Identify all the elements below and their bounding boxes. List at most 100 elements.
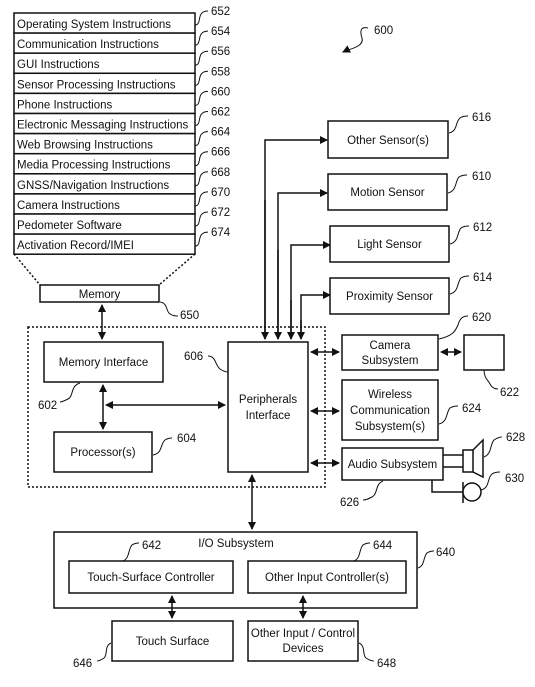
- memory-stack-item[interactable]: Web Browsing Instructions: [13, 132, 196, 155]
- wireless-line1: Wireless: [368, 389, 412, 401]
- touch-surface-ref: 646: [73, 642, 112, 670]
- other-controller-ref-label: 644: [373, 540, 393, 552]
- microphone-icon: [431, 480, 482, 503]
- memory-stack-item[interactable]: Activation Record/IMEI: [13, 233, 196, 255]
- memory-stack-item-ref-label: 652: [211, 6, 230, 18]
- camera-subsystem-line2: Subsystem: [362, 355, 419, 367]
- memory-stack-item-label: Activation Record/IMEI: [17, 240, 134, 252]
- memory-stack-item-ref: 662: [194, 107, 230, 126]
- memory-stack-item-ref: 668: [194, 167, 230, 187]
- wireless-subsystem-box[interactable]: Wireless Communication Subsystem(s): [341, 379, 439, 441]
- memory-interface-box[interactable]: Memory Interface: [43, 341, 164, 383]
- memory-stack-item-label: Communication Instructions: [17, 39, 159, 51]
- audio-subsystem-box[interactable]: Audio Subsystem: [341, 447, 444, 481]
- memory-stack-item-ref-label: 660: [211, 86, 230, 98]
- io-subsystem-label: I/O Subsystem: [198, 538, 273, 550]
- memory-stack-item-ref-label: 674: [211, 227, 231, 239]
- memory-stack: Operating System Instructions 652 Communic…: [13, 6, 231, 255]
- memory-stack-item-label: Media Processing Instructions: [17, 160, 171, 172]
- memory-stack-item[interactable]: Sensor Processing Instructions: [13, 72, 196, 95]
- peripherals-interface-ref-label: 606: [184, 351, 203, 363]
- memory-stack-item-ref-label: 654: [211, 26, 231, 38]
- memory-stack-item[interactable]: Operating System Instructions: [13, 12, 196, 34]
- speaker-icon: [443, 438, 484, 479]
- memory-stack-item-label: Phone Instructions: [17, 99, 113, 111]
- memory-stack-item[interactable]: GUI Instructions: [13, 52, 196, 75]
- camera-device-ref-label: 622: [500, 387, 519, 399]
- other-sensors-ref: 616: [448, 112, 491, 134]
- memory-stack-item-ref: 652: [194, 6, 230, 26]
- memory-stack-item[interactable]: GNSS/Navigation Instructions: [13, 173, 196, 195]
- memory-stack-item-ref-label: 672: [211, 207, 230, 219]
- other-controller-label: Other Input Controller(s): [265, 572, 389, 584]
- touch-controller-label: Touch-Surface Controller: [87, 572, 214, 584]
- memory-stack-item-label: Electronic Messaging Instructions: [17, 120, 189, 132]
- audio-ref: 626: [340, 480, 384, 509]
- memory-stack-item-ref: 664: [194, 127, 231, 147]
- light-sensor-label: Light Sensor: [357, 239, 422, 251]
- memory-stack-item[interactable]: Camera Instructions: [13, 193, 196, 215]
- motion-sensor-box[interactable]: Motion Sensor: [327, 173, 448, 211]
- memory-stack-item-ref-label: 668: [211, 167, 230, 179]
- other-devices-line1: Other Input / Control: [251, 628, 355, 640]
- memory-stack-item-label: Camera Instructions: [17, 200, 120, 212]
- funnel-left-line: [13, 253, 41, 286]
- funnel-right-line: [158, 253, 196, 286]
- processor-label: Processor(s): [70, 447, 135, 459]
- microphone-ref: 630: [480, 471, 524, 491]
- sensor-links: [261, 136, 331, 340]
- memory-interface-label: Memory Interface: [59, 357, 148, 369]
- other-devices-box[interactable]: Other Input / Control Devices: [247, 620, 359, 662]
- proximity-sensor-ref: 614: [449, 272, 493, 295]
- memory-stack-item-ref-label: 656: [211, 46, 230, 58]
- memory-stack-item-label: Web Browsing Instructions: [17, 140, 153, 152]
- memory-stack-item-ref: 658: [194, 66, 230, 86]
- touch-surface-box[interactable]: Touch Surface: [111, 620, 234, 662]
- other-sensors-box[interactable]: Other Sensor(s): [327, 120, 449, 159]
- memory-stack-item-ref-label: 658: [211, 66, 230, 78]
- memory-stack-item[interactable]: Pedometer Software: [13, 213, 196, 235]
- memory-ref: 650: [159, 301, 199, 322]
- audio-ref-label: 626: [340, 497, 359, 509]
- io-subsystem-ref: 640: [417, 547, 455, 569]
- memory-stack-item-ref-label: 662: [211, 107, 230, 119]
- camera-device-box[interactable]: [463, 334, 505, 371]
- touch-surface-label: Touch Surface: [136, 636, 210, 648]
- other-devices-ref-label: 648: [377, 658, 396, 670]
- memory-interface-ref: 602: [38, 382, 81, 412]
- figure-ref-label: 600: [374, 25, 393, 37]
- wireless-line2: Communication: [350, 405, 430, 417]
- memory-box[interactable]: Memory: [39, 284, 160, 303]
- memory-stack-item[interactable]: Electronic Messaging Instructions: [13, 112, 196, 135]
- memory-stack-item-ref: 660: [194, 86, 230, 106]
- memory-stack-item-label: Pedometer Software: [17, 220, 122, 232]
- memory-stack-item-label: GUI Instructions: [17, 59, 100, 71]
- peripherals-interface-box[interactable]: Peripherals Interface: [227, 341, 309, 473]
- peripherals-interface-ref: 606: [184, 351, 229, 373]
- memory-interface-ref-label: 602: [38, 400, 57, 412]
- memory-stack-item[interactable]: Communication Instructions: [13, 32, 196, 54]
- processor-box[interactable]: Processor(s): [53, 431, 153, 473]
- memory-stack-item-ref-label: 664: [211, 127, 231, 139]
- block-diagram: 600 Operating System Instructions 652 Comm…: [13, 6, 525, 670]
- proximity-sensor-label: Proximity Sensor: [346, 291, 433, 303]
- memory-stack-item-ref-label: 670: [211, 187, 230, 199]
- light-sensor-box[interactable]: Light Sensor: [329, 225, 450, 263]
- memory-ref-label: 650: [180, 310, 199, 322]
- proximity-sensor-box[interactable]: Proximity Sensor: [329, 277, 450, 315]
- memory-stack-item[interactable]: Media Processing Instructions: [13, 152, 196, 175]
- memory-stack-item-ref: 674: [194, 227, 231, 247]
- speaker-ref: 628: [483, 432, 525, 458]
- motion-sensor-ref: 610: [447, 171, 491, 194]
- light-sensor-ref: 612: [449, 222, 492, 245]
- touch-surface-ref-label: 646: [73, 658, 92, 670]
- camera-subsystem-box[interactable]: Camera Subsystem: [341, 334, 439, 371]
- touch-controller-box[interactable]: Touch-Surface Controller: [68, 560, 234, 594]
- other-controller-box[interactable]: Other Input Controller(s): [247, 560, 407, 594]
- memory-stack-item-label: GNSS/Navigation Instructions: [17, 180, 169, 192]
- camera-subsystem-ref-label: 620: [472, 312, 491, 324]
- peripherals-interface-line2: Interface: [246, 410, 291, 422]
- memory-stack-item-label: Operating System Instructions: [17, 19, 171, 31]
- memory-stack-item[interactable]: Phone Instructions: [13, 92, 196, 115]
- memory-stack-item-ref: 656: [194, 46, 230, 66]
